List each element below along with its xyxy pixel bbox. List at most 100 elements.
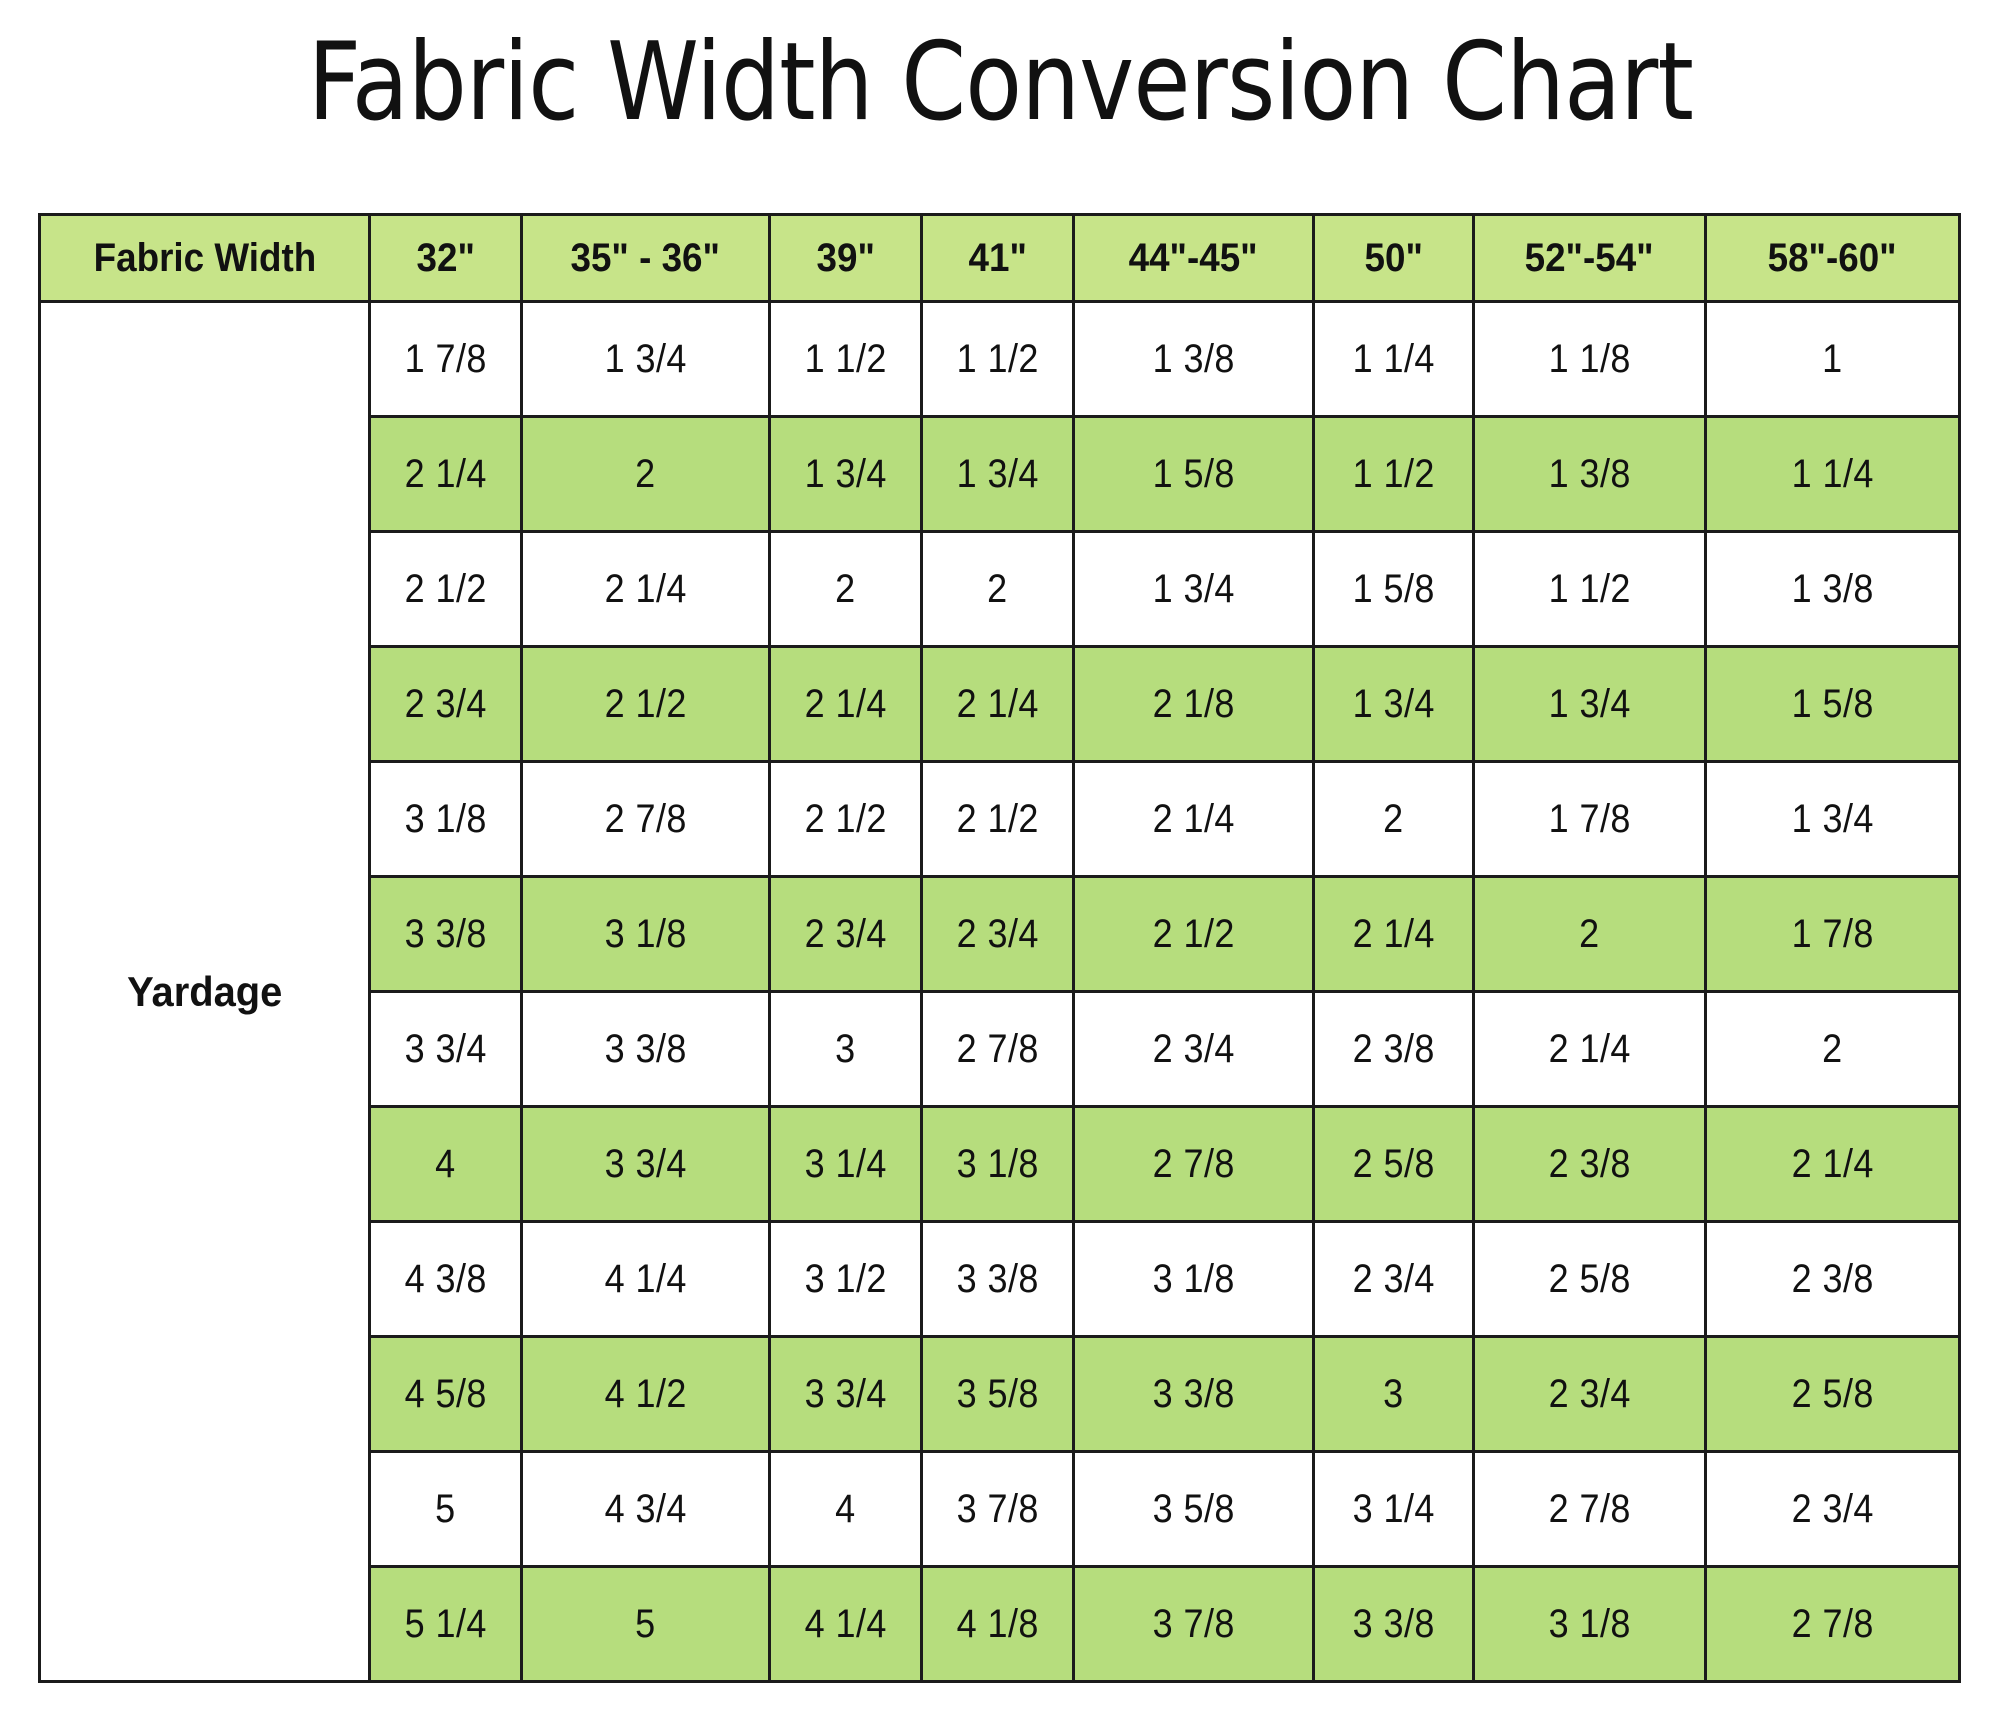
table-cell: 2 1/2: [368, 530, 523, 648]
header-col-52-54: 52"-54": [1472, 213, 1707, 303]
table-cell-value: 3 1/2: [804, 1256, 887, 1301]
table-cell: 1 3/4: [1704, 760, 1961, 878]
table-cell-value: 3 3/8: [604, 1026, 687, 1071]
table-cell-value: 2 5/8: [1352, 1141, 1435, 1186]
header-col-44-45-label: 44"-45": [1128, 235, 1258, 280]
table-cell-value: 3 3/4: [804, 1371, 887, 1416]
table-cell-value: 1 3/4: [1548, 681, 1631, 726]
table-cell-value: 2 3/4: [1152, 1026, 1235, 1071]
page-root: Fabric Width Conversion Chart Fabric Wid…: [0, 0, 2000, 1709]
table-cell: 4 1/4: [768, 1565, 923, 1683]
table-cell: 4 1/8: [920, 1565, 1075, 1683]
table-cell: 2 1/4: [1472, 990, 1707, 1108]
table-cell: 1 1/4: [1704, 415, 1961, 533]
table-cell: 3 3/4: [520, 1105, 771, 1223]
table-cell-value: 1 3/8: [1152, 336, 1235, 381]
table-cell: 2: [920, 530, 1075, 648]
table-cell: 1 3/8: [1072, 300, 1315, 418]
header-col-41-label: 41": [968, 235, 1027, 280]
table-cell-value: 3 5/8: [1152, 1486, 1235, 1531]
table-cell-value: 2 1/2: [404, 566, 487, 611]
table-cell: 2 1/4: [520, 530, 771, 648]
table-body: Yardage 1 7/8 1 3/4 1 1/2 1 1/2 1 3/8 1 1/4 1 1…: [38, 300, 1961, 1683]
table-cell-value: 1 5/8: [1152, 451, 1235, 496]
header-fabric-width: Fabric Width: [38, 213, 371, 303]
table-cell-value: 2 3/4: [1548, 1371, 1631, 1416]
table-cell-value: 1 3/8: [1548, 451, 1631, 496]
table-cell-value: 1 5/8: [1352, 566, 1435, 611]
table-cell: 2 7/8: [1472, 1450, 1707, 1568]
table-cell: 1 3/4: [1312, 645, 1475, 763]
table-cell: 2 5/8: [1704, 1335, 1961, 1453]
table-cell: 4 3/4: [520, 1450, 771, 1568]
header-col-35-36: 35" - 36": [520, 213, 771, 303]
table-cell: 2 1/8: [1072, 645, 1315, 763]
table-cell: 3 3/8: [1312, 1565, 1475, 1683]
table-cell-value: 4 3/4: [604, 1486, 687, 1531]
table-cell: 2: [1472, 875, 1707, 993]
header-col-39-label: 39": [816, 235, 875, 280]
table-cell: 1 3/8: [1704, 530, 1961, 648]
table-cell: 2 7/8: [1072, 1105, 1315, 1223]
table-cell: 1 5/8: [1704, 645, 1961, 763]
table-cell: 3: [1312, 1335, 1475, 1453]
table-row: Yardage 1 7/8 1 3/4 1 1/2 1 1/2 1 3/8 1 1/4 1 1…: [38, 300, 1961, 1683]
table-cell-value: 2 1/4: [1791, 1141, 1874, 1186]
table-cell-value: 2 3/4: [804, 911, 887, 956]
table-cell-value: 3 3/8: [1152, 1371, 1235, 1416]
table-cell-value: 1: [1822, 336, 1843, 381]
table-cell-value: 1 1/8: [1548, 336, 1631, 381]
table-cell-value: 3 3/8: [404, 911, 487, 956]
table-cell: 5 1/4: [368, 1565, 523, 1683]
title-container: Fabric Width Conversion Chart: [0, 0, 2000, 150]
table-cell-value: 4 1/8: [956, 1601, 1039, 1646]
table-cell-value: 3 1/4: [804, 1141, 887, 1186]
table-cell-value: 2 1/2: [1152, 911, 1235, 956]
table-cell-value: 4 1/4: [804, 1601, 887, 1646]
table-cell-value: 3 1/8: [956, 1141, 1039, 1186]
table-cell-value: 1 1/2: [1548, 566, 1631, 611]
table-cell-value: 3 3/4: [604, 1141, 687, 1186]
table-cell-value: 2 1/4: [1152, 796, 1235, 841]
table-cell: 2 1/2: [520, 645, 771, 763]
table-cell: 1 3/4: [768, 415, 923, 533]
table-cell-value: 4: [435, 1141, 456, 1186]
table-cell: 3 3/4: [368, 990, 523, 1108]
table-cell-value: 2 1/4: [804, 681, 887, 726]
table-cell: 2 1/2: [1072, 875, 1315, 993]
table-cell: 4: [368, 1105, 523, 1223]
table-cell: 4 3/8: [368, 1220, 523, 1338]
table-cell-value: 1 3/4: [1152, 566, 1235, 611]
table-cell: 2: [768, 530, 923, 648]
table-cell-value: 1 3/4: [1791, 796, 1874, 841]
table-cell-value: 2 3/8: [1548, 1141, 1631, 1186]
table-cell: 4 1/2: [520, 1335, 771, 1453]
row-label-yardage-text: Yardage: [126, 967, 283, 1015]
table-cell-value: 1 1/2: [956, 336, 1039, 381]
table-cell-value: 2 1/4: [1548, 1026, 1631, 1071]
table-cell: 2 5/8: [1472, 1220, 1707, 1338]
header-col-32: 32": [368, 213, 523, 303]
header-col-50: 50": [1312, 213, 1475, 303]
table-cell: 1 5/8: [1072, 415, 1315, 533]
table-cell-value: 4 1/4: [604, 1256, 687, 1301]
table-cell: 1 1/8: [1472, 300, 1707, 418]
table-cell-value: 2 3/4: [404, 681, 487, 726]
table-cell: 2 1/4: [368, 415, 523, 533]
table-cell-value: 1 1/2: [1352, 451, 1435, 496]
table-cell: 1 3/8: [1472, 415, 1707, 533]
table-cell: 1 5/8: [1312, 530, 1475, 648]
table-cell: 3 1/8: [920, 1105, 1075, 1223]
table-cell: 1 3/4: [920, 415, 1075, 533]
table-cell: 2: [1312, 760, 1475, 878]
table-cell-value: 3 3/8: [956, 1256, 1039, 1301]
table-cell-value: 2: [635, 451, 656, 496]
table-cell-value: 4 1/2: [604, 1371, 687, 1416]
table-cell: 1 1/2: [768, 300, 923, 418]
table-cell: 2 3/8: [1704, 1220, 1961, 1338]
table-cell-value: 2 1/2: [956, 796, 1039, 841]
table-cell-value: 1 3/4: [604, 336, 687, 381]
table-cell-value: 3: [835, 1026, 856, 1071]
table-cell-value: 2 1/8: [1152, 681, 1235, 726]
table-cell: 1 1/2: [1312, 415, 1475, 533]
